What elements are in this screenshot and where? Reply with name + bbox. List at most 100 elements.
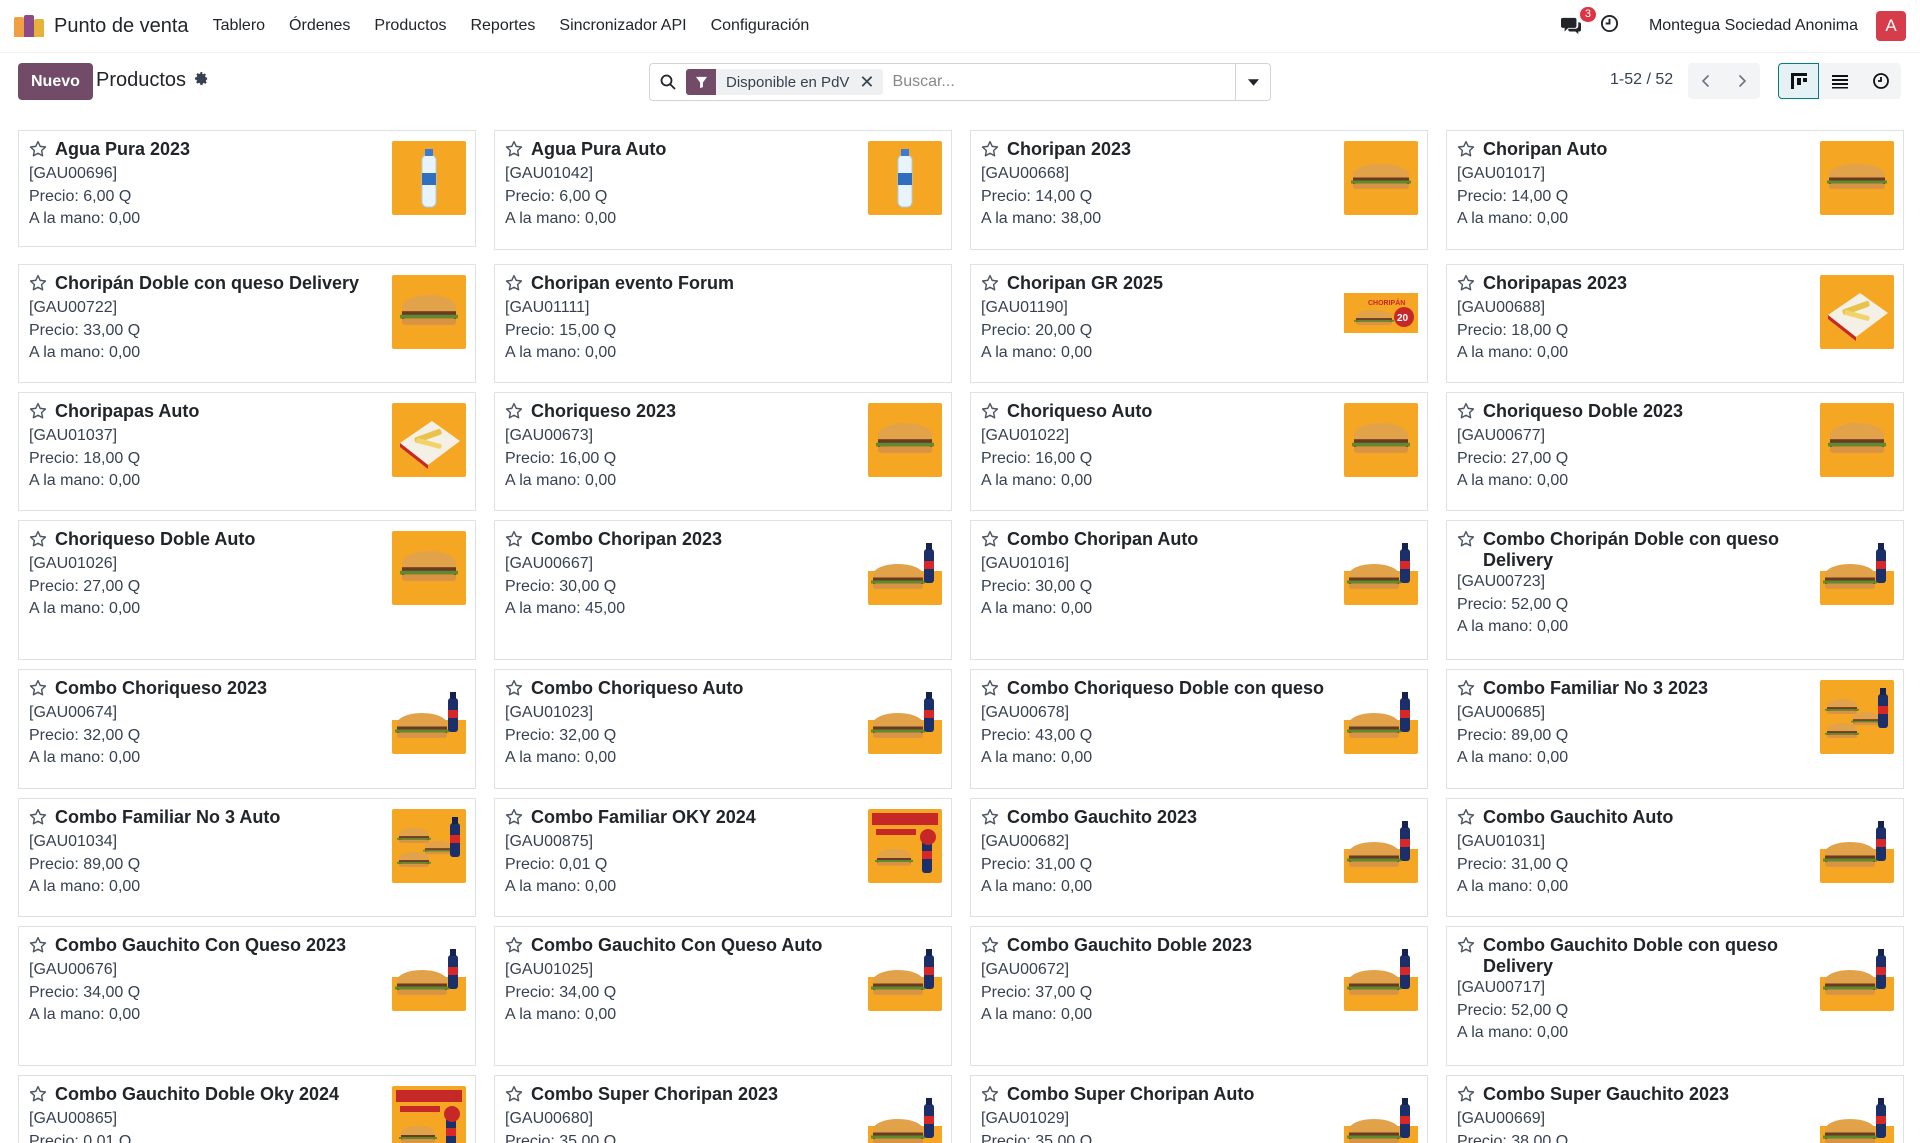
top-navbar: Punto de venta Tablero Órdenes Productos… — [0, 0, 1920, 53]
menu-item-sincronizador[interactable]: Sincronizador API — [559, 17, 686, 35]
product-name: Agua Pura 2023 — [55, 139, 191, 159]
star-icon[interactable] — [1457, 139, 1475, 163]
remove-filter-icon[interactable]: ✕ — [859, 73, 882, 91]
kanban-view-button[interactable] — [1778, 63, 1819, 99]
star-icon[interactable] — [29, 935, 47, 959]
product-card[interactable]: Combo Gauchito Con Queso Auto [GAU01025]… — [494, 926, 952, 1066]
product-card[interactable]: Choripapas 2023 [GAU00688] Precio: 18,00… — [1446, 264, 1904, 383]
star-icon[interactable] — [1457, 273, 1475, 297]
product-name: Combo Gauchito Doble con queso Delivery — [1483, 935, 1779, 976]
star-icon[interactable] — [981, 935, 999, 959]
product-card[interactable]: Choripan evento Forum [GAU01111] Precio:… — [494, 264, 952, 383]
star-icon[interactable] — [29, 678, 47, 702]
filter-facet-label: Disponible en PdV — [726, 73, 850, 91]
product-card[interactable]: Combo Choriqueso Auto [GAU01023] Precio:… — [494, 669, 952, 789]
star-icon[interactable] — [981, 139, 999, 163]
product-card[interactable]: Combo Familiar No 3 2023 [GAU00685] Prec… — [1446, 669, 1904, 789]
star-icon[interactable] — [29, 529, 47, 553]
menu-item-ordenes[interactable]: Órdenes — [289, 17, 350, 35]
product-title-row: Choripan evento Forum — [505, 273, 865, 297]
product-card[interactable]: Combo Choripán Doble con queso Delivery … — [1446, 520, 1904, 660]
star-icon[interactable] — [29, 1084, 47, 1108]
product-card[interactable]: Choriqueso 2023 [GAU00673] Precio: 16,00… — [494, 392, 952, 511]
app-logo-icon[interactable] — [14, 15, 44, 37]
product-card[interactable]: Combo Choriqueso 2023 [GAU00674] Precio:… — [18, 669, 476, 789]
star-icon[interactable] — [505, 678, 523, 702]
star-icon[interactable] — [981, 678, 999, 702]
product-card[interactable]: Combo Super Choripan 2023 [GAU00680] Pre… — [494, 1075, 952, 1143]
product-title-row: Combo Gauchito Doble 2023 — [981, 935, 1341, 959]
messages-icon[interactable]: 3 — [1560, 7, 1596, 36]
search-input[interactable] — [890, 72, 1235, 92]
star-icon[interactable] — [505, 401, 523, 425]
product-card[interactable]: Combo Familiar OKY 2024 [GAU00875] Preci… — [494, 798, 952, 917]
star-icon[interactable] — [29, 401, 47, 425]
product-card[interactable]: Combo Familiar No 3 Auto [GAU01034] Prec… — [18, 798, 476, 917]
product-card[interactable]: Combo Gauchito Doble Oky 2024 [GAU00865]… — [18, 1075, 476, 1143]
star-icon[interactable] — [505, 529, 523, 553]
activity-view-button[interactable] — [1860, 63, 1901, 99]
product-card[interactable]: Choriqueso Auto [GAU01022] Precio: 16,00… — [970, 392, 1428, 511]
menu-item-tablero[interactable]: Tablero — [213, 17, 265, 35]
star-icon[interactable] — [505, 807, 523, 831]
product-title-row: Combo Familiar No 3 Auto — [29, 807, 389, 831]
pager-next-button[interactable] — [1724, 63, 1760, 99]
menu-item-productos[interactable]: Productos — [374, 17, 446, 35]
star-icon[interactable] — [981, 807, 999, 831]
product-card[interactable]: Choripan GR 2025 [GAU01190] Precio: 20,0… — [970, 264, 1428, 383]
menu-item-configuracion[interactable]: Configuración — [711, 17, 810, 35]
star-icon[interactable] — [29, 273, 47, 297]
product-card[interactable]: Agua Pura Auto [GAU01042] Precio: 6,00 Q… — [494, 130, 952, 250]
menu-item-reportes[interactable]: Reportes — [470, 17, 535, 35]
star-icon[interactable] — [1457, 807, 1475, 831]
product-card[interactable]: Combo Choriqueso Doble con queso [GAU006… — [970, 669, 1428, 789]
product-card[interactable]: Combo Super Gauchito 2023 [GAU00669] Pre… — [1446, 1075, 1904, 1143]
star-icon[interactable] — [1457, 401, 1475, 425]
pager-previous-button[interactable] — [1688, 63, 1724, 99]
star-icon[interactable] — [505, 1084, 523, 1108]
gear-icon[interactable] — [194, 69, 209, 92]
star-icon[interactable] — [29, 807, 47, 831]
star-icon[interactable] — [1457, 678, 1475, 702]
product-card[interactable]: Choripán Doble con queso Delivery [GAU00… — [18, 264, 476, 383]
filter-facet[interactable]: Disponible en PdV ✕ — [686, 69, 883, 95]
product-card[interactable]: Choripan Auto [GAU01017] Precio: 14,00 Q… — [1446, 130, 1904, 250]
search-options-toggle[interactable] — [1235, 64, 1270, 100]
product-card[interactable]: Combo Gauchito Auto [GAU01031] Precio: 3… — [1446, 798, 1904, 917]
star-icon[interactable] — [1457, 1084, 1475, 1108]
app-name[interactable]: Punto de venta — [54, 15, 189, 38]
product-card[interactable]: Combo Gauchito Con Queso 2023 [GAU00676]… — [18, 926, 476, 1066]
product-image — [1820, 680, 1894, 754]
star-icon[interactable] — [29, 139, 47, 163]
star-icon[interactable] — [981, 529, 999, 553]
new-button[interactable]: Nuevo — [18, 63, 93, 100]
star-icon[interactable] — [981, 1084, 999, 1108]
product-card[interactable]: Choriqueso Doble Auto [GAU01026] Precio:… — [18, 520, 476, 660]
product-card[interactable]: Choriqueso Doble 2023 [GAU00677] Precio:… — [1446, 392, 1904, 511]
product-image — [868, 680, 942, 754]
star-icon[interactable] — [981, 273, 999, 297]
product-card[interactable]: Combo Choripan Auto [GAU01016] Precio: 3… — [970, 520, 1428, 660]
product-card[interactable]: Combo Super Choripan Auto [GAU01029] Pre… — [970, 1075, 1428, 1143]
pager-value[interactable]: 1-52 / 52 — [1610, 71, 1673, 89]
star-icon[interactable] — [505, 139, 523, 163]
star-icon[interactable] — [1457, 529, 1475, 553]
star-icon[interactable] — [981, 401, 999, 425]
star-icon[interactable] — [505, 273, 523, 297]
search-icon[interactable] — [650, 74, 686, 90]
product-card[interactable]: Agua Pura 2023 [GAU00696] Precio: 6,00 Q… — [18, 130, 476, 247]
activity-clock-icon[interactable] — [1600, 14, 1619, 38]
user-avatar[interactable]: A — [1876, 11, 1906, 41]
product-card[interactable]: Combo Gauchito 2023 [GAU00682] Precio: 3… — [970, 798, 1428, 917]
product-card[interactable]: Choripan 2023 [GAU00668] Precio: 14,00 Q… — [970, 130, 1428, 250]
star-icon[interactable] — [1457, 935, 1475, 959]
list-view-button[interactable] — [1819, 63, 1860, 99]
product-card[interactable]: Combo Gauchito Doble 2023 [GAU00672] Pre… — [970, 926, 1428, 1066]
main-menu: Tablero Órdenes Productos Reportes Sincr… — [213, 17, 810, 35]
star-icon[interactable] — [505, 935, 523, 959]
product-card[interactable]: Choripapas Auto [GAU01037] Precio: 18,00… — [18, 392, 476, 511]
product-card[interactable]: Combo Choripan 2023 [GAU00667] Precio: 3… — [494, 520, 952, 660]
product-title-row: Combo Gauchito 2023 — [981, 807, 1341, 831]
product-card[interactable]: Combo Gauchito Doble con queso Delivery … — [1446, 926, 1904, 1066]
company-switcher[interactable]: Montegua Sociedad Anonima — [1649, 17, 1858, 35]
